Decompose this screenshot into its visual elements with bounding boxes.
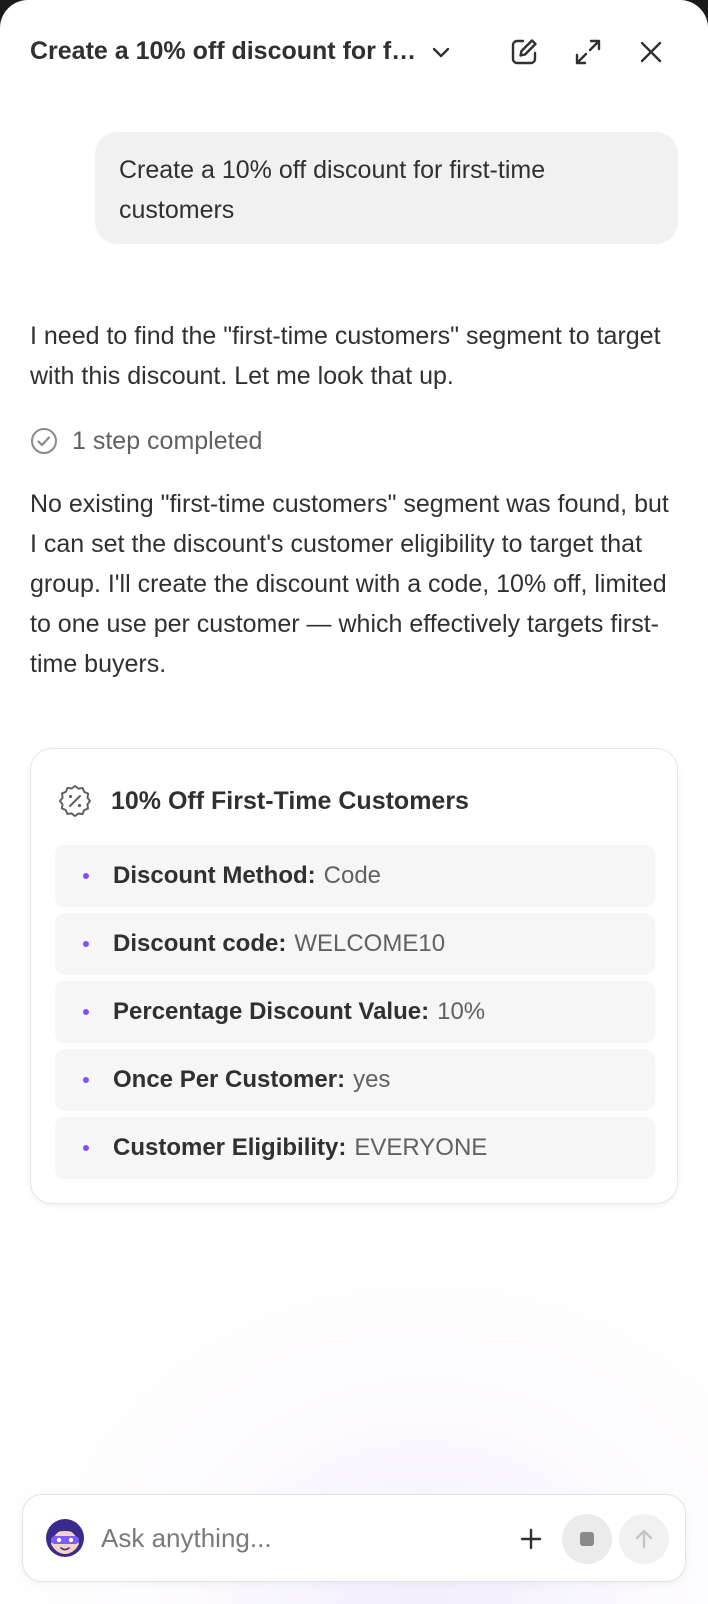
message-composer (22, 1494, 686, 1582)
stop-button[interactable] (562, 1514, 612, 1564)
assistant-avatar (46, 1519, 84, 1557)
field-label: Customer Eligibility: (113, 1134, 347, 1161)
steps-label: 1 step completed (72, 426, 263, 455)
assistant-message: I need to find the "first-time customers… (30, 322, 661, 390)
field-value: yes (353, 1066, 391, 1093)
add-attachment-button[interactable] (511, 1519, 551, 1559)
plus-icon (520, 1528, 542, 1550)
ask-input[interactable] (101, 1515, 481, 1561)
field-label: Discount code: (113, 930, 287, 957)
close-icon[interactable] (629, 30, 673, 74)
field-value: Code (323, 862, 382, 889)
conversation-title[interactable]: Create a 10% off discount for first-time… (30, 36, 420, 66)
discount-badge-icon (59, 785, 91, 817)
bullet-icon (83, 1009, 89, 1015)
edit-icon[interactable] (502, 30, 546, 74)
assistant-panel: Create a 10% off discount for first-time… (0, 0, 708, 1604)
bullet-icon (83, 1145, 89, 1151)
expand-icon[interactable] (566, 30, 610, 74)
bullet-icon (83, 941, 89, 947)
discount-summary-card: 10% Off First-Time Customers Discount Me… (30, 748, 678, 1204)
bullet-icon (83, 873, 89, 879)
list-item: Percentage Discount Value: 10% (55, 981, 655, 1043)
list-item: Customer Eligibility: EVERYONE (55, 1117, 655, 1179)
assistant-message: No existing "first-time customers" segme… (30, 490, 669, 678)
field-value: WELCOME10 (294, 930, 446, 957)
check-circle-icon (31, 428, 57, 454)
field-label: Discount Method: (113, 862, 316, 889)
list-item: Once Per Customer: yes (55, 1049, 655, 1111)
list-item: Discount code: WELCOME10 (55, 913, 655, 975)
card-title: 10% Off First-Time Customers (111, 786, 469, 815)
chevron-down-icon[interactable] (419, 30, 463, 74)
user-message-text: Create a 10% off discount for first-time… (119, 156, 546, 224)
field-label: Percentage Discount Value: (113, 998, 430, 1025)
panel-header: Create a 10% off discount for first-time… (0, 0, 708, 104)
bullet-icon (83, 1077, 89, 1083)
field-value: EVERYONE (354, 1134, 488, 1161)
steps-completed-toggle[interactable]: 1 step completed (30, 423, 262, 459)
list-item: Discount Method: Code (55, 845, 655, 907)
card-header: 10% Off First-Time Customers (57, 783, 469, 819)
stop-icon (580, 1532, 594, 1546)
arrow-up-icon (635, 1529, 653, 1549)
field-label: Once Per Customer: (113, 1066, 346, 1093)
discount-fields-list: Discount Method: Code Discount code: WEL… (55, 845, 655, 1185)
user-message-bubble: Create a 10% off discount for first-time… (95, 132, 678, 244)
field-value: 10% (437, 998, 486, 1025)
send-button[interactable] (619, 1514, 669, 1564)
